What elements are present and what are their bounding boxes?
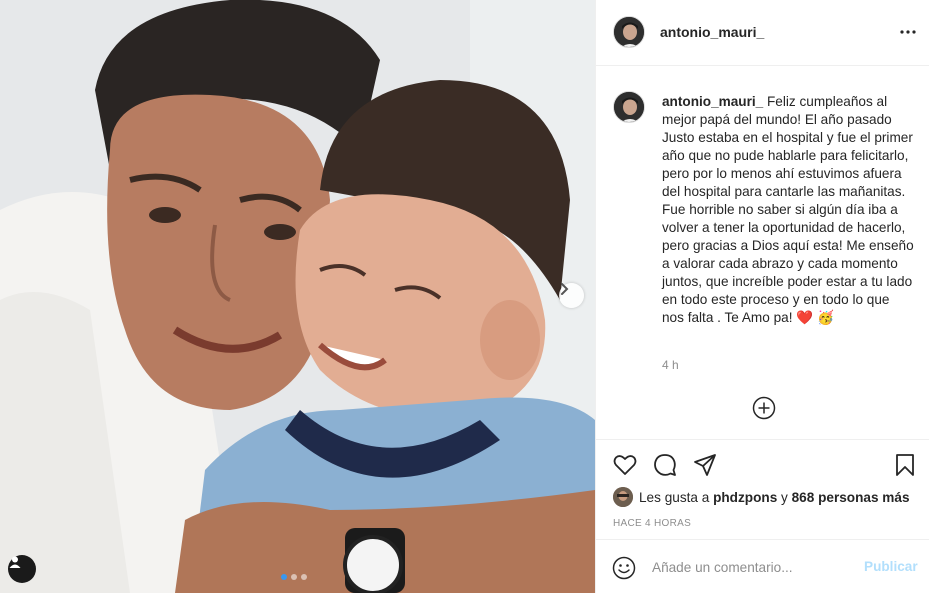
carousel-indicator: [281, 574, 307, 580]
carousel-dot: [291, 574, 297, 580]
more-options-icon: [900, 30, 916, 34]
likes-summary: Les gusta a phdzpons y 868 personas más: [613, 487, 910, 507]
plus-circle-icon: [752, 396, 776, 420]
likes-connector: y: [781, 489, 788, 505]
photo-illustration: [0, 0, 595, 593]
caption-body: Feliz cumpleaños al mejor papá del mundo…: [662, 94, 914, 325]
next-slide-button[interactable]: [559, 283, 584, 308]
post-details-panel: antonio_mauri_ antonio_mauri_ Feliz cump…: [595, 0, 929, 593]
post-actions: Les gusta a phdzpons y 868 personas más …: [596, 439, 929, 539]
post-photo[interactable]: [0, 0, 595, 593]
avatar-image: [613, 487, 633, 507]
share-icon[interactable]: [692, 452, 718, 478]
avatar-image: [614, 92, 644, 122]
user-tag-button[interactable]: [8, 555, 36, 583]
liker-avatar[interactable]: [613, 487, 633, 507]
avatar[interactable]: [613, 16, 645, 48]
heart-icon[interactable]: [612, 452, 638, 478]
post-header: antonio_mauri_: [596, 0, 929, 66]
emoji-icon[interactable]: [612, 556, 636, 580]
caption-avatar[interactable]: [613, 91, 645, 123]
caption-username[interactable]: antonio_mauri_: [662, 94, 763, 109]
liker-username[interactable]: phdzpons: [713, 490, 777, 505]
carousel-dot: [281, 574, 287, 580]
comment-icon[interactable]: [652, 452, 678, 478]
caption-timestamp[interactable]: 4 h: [662, 358, 679, 372]
comment-bar: Publicar: [596, 539, 929, 593]
caption-area: antonio_mauri_ Feliz cumpleaños al mejor…: [596, 67, 929, 439]
caption-emoji: ❤️ 🥳: [796, 310, 834, 325]
load-more-comments-button[interactable]: [752, 396, 776, 420]
publish-button[interactable]: Publicar: [864, 559, 918, 574]
post-time-ago[interactable]: HACE 4 HORAS: [613, 518, 691, 529]
header-username[interactable]: antonio_mauri_: [660, 24, 764, 40]
avatar-image: [614, 17, 644, 47]
chevron-right-icon: [561, 283, 569, 295]
user-tag-icon: [9, 556, 21, 568]
likes-prefix: Les gusta a: [639, 489, 710, 505]
comment-input[interactable]: [652, 557, 852, 577]
bookmark-icon[interactable]: [892, 452, 918, 478]
more-options-button[interactable]: [896, 22, 920, 42]
post-caption: antonio_mauri_ Feliz cumpleaños al mejor…: [662, 93, 914, 327]
likes-count[interactable]: 868 personas más: [792, 490, 910, 505]
carousel-dot: [301, 574, 307, 580]
